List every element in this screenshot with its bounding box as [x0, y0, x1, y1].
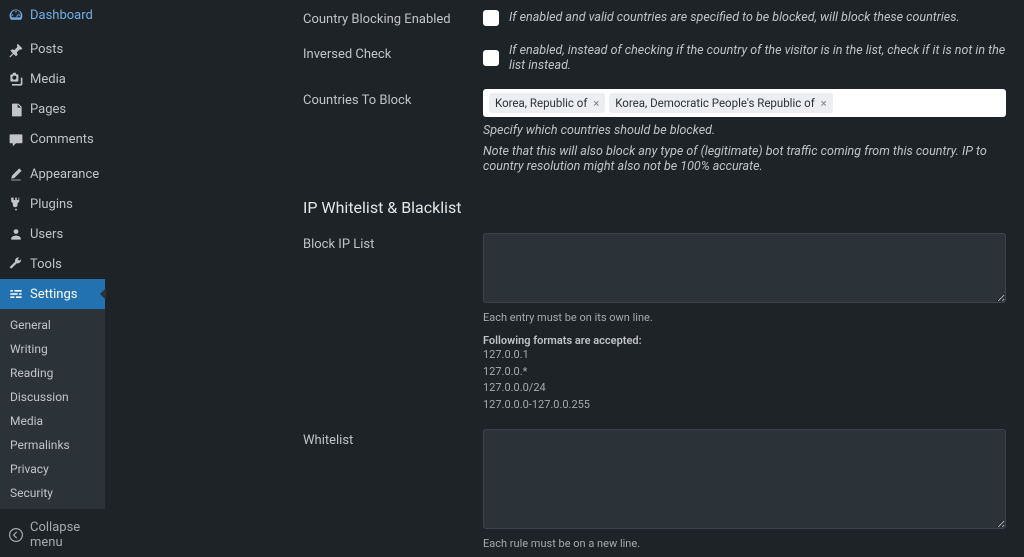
countries-desc-1: Specify which countries should be blocke… — [483, 123, 1006, 138]
inversed-check-label: Inversed Check — [303, 43, 483, 73]
menu-label: Pages — [30, 102, 66, 117]
settings-submenu: General Writing Reading Discussion Media… — [0, 309, 105, 509]
block-ip-formats-title: Following formats are accepted: — [483, 334, 1006, 347]
tag-remove-icon[interactable]: × — [821, 97, 827, 110]
media-icon — [8, 72, 24, 88]
menu-label: Tools — [30, 257, 62, 272]
menu-users[interactable]: Users — [0, 219, 105, 249]
pin-icon — [8, 42, 24, 58]
admin-sidebar: Dashboard Posts Media Pages Comments App… — [0, 0, 105, 557]
menu-label: Users — [30, 227, 63, 242]
country-blocking-helper: If enabled and valid countries are speci… — [509, 10, 960, 25]
inversed-check-checkbox[interactable] — [483, 50, 499, 66]
country-tag: Korea, Republic of × — [489, 93, 605, 113]
menu-label: Posts — [30, 42, 63, 57]
inversed-check-helper: If enabled, instead of checking if the c… — [509, 43, 1006, 73]
collapse-label: Collapse menu — [30, 520, 97, 550]
submenu-security[interactable]: Security — [0, 481, 105, 505]
menu-plugins[interactable]: Plugins — [0, 189, 105, 219]
block-ip-each-entry: Each entry must be on its own line. — [483, 311, 1006, 324]
collapse-menu-button[interactable]: Collapse menu — [0, 513, 105, 557]
menu-settings[interactable]: Settings — [0, 279, 105, 309]
block-ip-label: Block IP List — [303, 233, 483, 413]
countries-to-block-label: Countries To Block — [303, 89, 483, 174]
user-icon — [8, 226, 24, 242]
menu-posts[interactable]: Posts — [0, 35, 105, 65]
menu-label: Comments — [30, 132, 94, 147]
menu-appearance[interactable]: Appearance — [0, 159, 105, 189]
collapse-icon — [8, 527, 24, 543]
menu-comments[interactable]: Comments — [0, 125, 105, 155]
country-blocking-label: Country Blocking Enabled — [303, 8, 483, 27]
sliders-icon — [8, 286, 24, 302]
menu-pages[interactable]: Pages — [0, 95, 105, 125]
section-ip-whitelist-blacklist: IP Whitelist & Blacklist — [303, 198, 1006, 217]
menu-label: Settings — [30, 287, 77, 302]
submenu-privacy[interactable]: Privacy — [0, 457, 105, 481]
format-example: 127.0.0.0-127.0.0.255 — [483, 397, 1006, 414]
submenu-writing[interactable]: Writing — [0, 337, 105, 361]
countries-desc-2: Note that this will also block any type … — [483, 144, 1006, 174]
menu-label: Appearance — [30, 167, 99, 182]
gauge-icon — [8, 7, 24, 23]
format-example: 127.0.0.1 — [483, 347, 1006, 364]
whitelist-each-rule: Each rule must be on a new line. — [483, 537, 1006, 550]
format-example: 127.0.0.0/24 — [483, 380, 1006, 397]
country-tag: Korea, Democratic People's Republic of × — [609, 93, 832, 113]
tag-text: Korea, Republic of — [495, 96, 587, 110]
tag-text: Korea, Democratic People's Republic of — [615, 96, 814, 110]
menu-label: Dashboard — [30, 8, 93, 23]
menu-label: Media — [30, 72, 66, 87]
submenu-media[interactable]: Media — [0, 409, 105, 433]
comment-icon — [8, 132, 24, 148]
countries-tag-input[interactable]: Korea, Republic of × Korea, Democratic P… — [483, 89, 1006, 117]
wrench-icon — [8, 256, 24, 272]
menu-dashboard[interactable]: Dashboard — [0, 0, 105, 30]
submenu-general[interactable]: General — [0, 313, 105, 337]
whitelist-label: Whitelist — [303, 429, 483, 557]
block-ip-textarea[interactable] — [483, 233, 1006, 303]
country-blocking-checkbox[interactable] — [483, 10, 499, 26]
menu-media[interactable]: Media — [0, 65, 105, 95]
submenu-discussion[interactable]: Discussion — [0, 385, 105, 409]
brush-icon — [8, 166, 24, 182]
whitelist-textarea[interactable] — [483, 429, 1006, 529]
main-content: Country Blocking Enabled If enabled and … — [105, 0, 1024, 557]
format-example: 127.0.0.* — [483, 364, 1006, 381]
submenu-reading[interactable]: Reading — [0, 361, 105, 385]
plug-icon — [8, 196, 24, 212]
menu-tools[interactable]: Tools — [0, 249, 105, 279]
page-icon — [8, 102, 24, 118]
menu-label: Plugins — [30, 197, 73, 212]
submenu-permalinks[interactable]: Permalinks — [0, 433, 105, 457]
tag-remove-icon[interactable]: × — [593, 97, 599, 110]
